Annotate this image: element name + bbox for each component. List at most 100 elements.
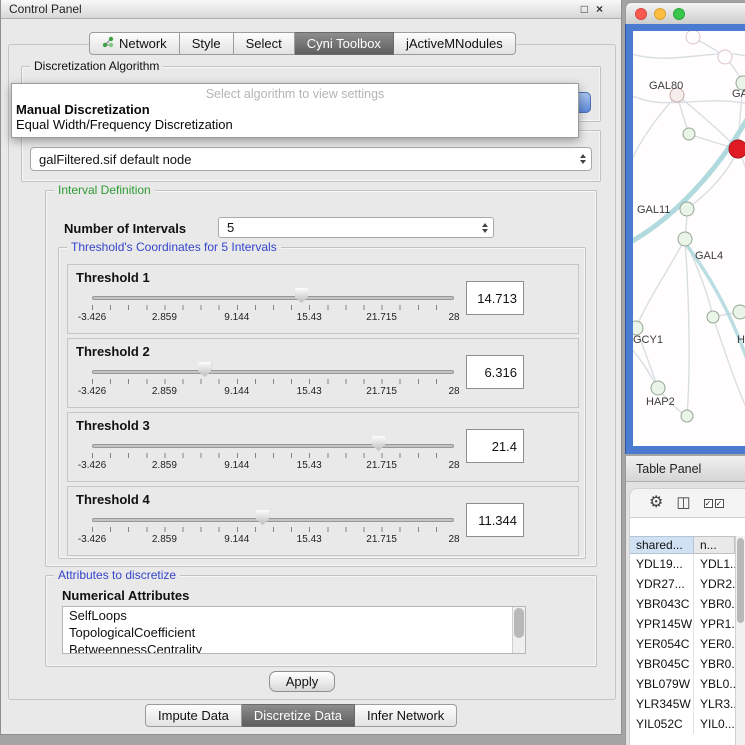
slider-track[interactable] [92,296,454,300]
threshold-1-value-field[interactable]: 14.713 [466,281,524,315]
network-node[interactable] [651,381,665,395]
select-all-checkboxes-icon[interactable]: ✓ ✓ [704,499,724,508]
node-table: shared... n... YDL19...YDL1...YDR27...YD… [629,518,745,745]
threshold-4-slider[interactable]: -3.4262.8599.14415.4321.71528 [92,509,454,553]
network-canvas-svg: GAL80GAGAL11GAL4GCY1HHAP2 [633,31,745,446]
slider-ticks [92,379,454,384]
network-canvas[interactable]: GAL80GAGAL11GAL4GCY1HHAP2 [633,31,745,446]
tab-discretize-data[interactable]: Discretize Data [242,704,355,727]
network-node[interactable] [683,128,695,140]
tab-network[interactable]: Network [89,32,180,55]
tab-label: Style [192,36,221,51]
table-row[interactable]: YIL052CYIL0... [630,714,735,734]
tab-style[interactable]: Style [180,32,234,55]
threshold-3-value-field[interactable]: 21.4 [466,429,524,463]
slider-scale: -3.4262.8599.14415.4321.71528 [92,386,454,398]
network-node[interactable] [718,50,732,64]
table-cell: YDR27... [630,574,694,594]
table-row[interactable]: YDL19...YDL1... [630,554,735,574]
network-node-label: GA [732,88,745,100]
slider-thumb[interactable] [372,436,385,451]
tab-label: Network [119,36,167,51]
minimize-traffic-light[interactable] [654,8,666,20]
network-node[interactable] [707,311,719,323]
slider-track[interactable] [92,518,454,522]
scrollbar-thumb[interactable] [514,608,524,638]
slider-track[interactable] [92,370,454,374]
slider-ticks [92,453,454,458]
threshold-4-value-field[interactable]: 11.344 [466,503,524,537]
attribute-list-item[interactable]: SelfLoops [63,607,512,624]
network-node[interactable] [633,321,643,335]
scrollbar-thumb[interactable] [737,538,744,623]
table-row[interactable]: YBL079WYBL0... [630,674,735,694]
slider-scale-label: 21.715 [366,386,397,397]
table-row[interactable]: YBR043CYBR0... [630,594,735,614]
numerical-attributes-list[interactable]: SelfLoopsTopologicalCoefficientBetweenne… [62,606,526,654]
zoom-traffic-light[interactable] [673,8,685,20]
table-cell: YLR3... [694,697,735,711]
network-window-titlebar[interactable] [625,2,745,24]
table-row[interactable]: YDR27...YDR2... [630,574,735,594]
slider-scale-label: 21.715 [366,460,397,471]
tab-jactivemodules[interactable]: jActiveMNodules [394,32,516,55]
network-node[interactable] [681,410,693,422]
number-of-intervals-combo[interactable]: 5 [218,217,494,238]
window-title: Control Panel [9,2,82,16]
table-data-combo[interactable]: galFiltered.sif default node [30,147,592,171]
attribute-list-item[interactable]: BetweennessCentrality [63,641,512,654]
table-cell: YLR345W [630,694,694,714]
slider-scale-label: -3.426 [78,534,106,545]
column-header-name[interactable]: n... [694,536,735,554]
close-window-icon[interactable]: × [596,3,603,15]
tab-cyni-toolbox[interactable]: Cyni Toolbox [295,32,394,55]
table-row[interactable]: YBR045CYBR0... [630,654,735,674]
network-node-label: GAL80 [649,80,683,92]
tab-label: Discretize Data [254,708,342,723]
control-panel-window: Control Panel □ × Network Style Select C… [0,0,622,735]
list-scrollbar[interactable] [512,607,525,653]
tab-impute-data[interactable]: Impute Data [145,704,242,727]
table-cell: YDR2... [694,577,735,591]
close-traffic-light[interactable] [635,8,647,20]
table-row[interactable]: YLR345WYLR3... [630,694,735,714]
combo-selected-value: 5 [219,220,234,235]
table-settings-gear-icon[interactable]: ⚙ [649,495,663,511]
network-node[interactable] [733,305,745,319]
table-row[interactable]: YER054CYER0... [630,634,735,654]
slider-thumb[interactable] [256,510,269,525]
slider-scale-label: 2.859 [152,534,177,545]
tab-infer-network[interactable]: Infer Network [355,704,457,727]
network-tab-icon [102,36,114,51]
table-panel-header[interactable]: Table Panel [626,456,745,482]
group-title: Discretization Algorithm [30,60,163,73]
table-cell: YBR0... [694,657,735,671]
table-cell: YIL052C [630,714,694,734]
dropdown-option-manual-discretization[interactable]: Manual Discretization [12,102,578,117]
slider-thumb[interactable] [295,288,308,303]
float-window-icon[interactable]: □ [581,3,588,15]
attribute-list-item[interactable]: TopologicalCoefficient [63,624,512,641]
apply-button[interactable]: Apply [269,671,335,692]
network-node[interactable] [729,140,745,158]
network-node[interactable] [678,232,692,246]
tab-select[interactable]: Select [234,32,295,55]
show-columns-icon[interactable]: ◫ [676,495,690,511]
dropdown-option-equal-width-frequency[interactable]: Equal Width/Frequency Discretization [12,117,578,132]
control-panel-titlebar[interactable]: Control Panel □ × [1,0,621,19]
column-header-shared-name[interactable]: shared... [630,536,694,554]
threshold-1-slider[interactable]: -3.4262.8599.14415.4321.71528 [92,287,454,331]
threshold-2-value-field[interactable]: 6.316 [466,355,524,389]
network-node[interactable] [686,31,700,44]
slider-scale-label: -3.426 [78,312,106,323]
slider-scale: -3.4262.8599.14415.4321.71528 [92,312,454,324]
threshold-3-slider[interactable]: -3.4262.8599.14415.4321.71528 [92,435,454,479]
slider-track[interactable] [92,444,454,448]
table-row[interactable]: YPR145WYPR1... [630,614,735,634]
slider-scale-label: 28 [448,312,459,323]
threshold-2-slider[interactable]: -3.4262.8599.14415.4321.71528 [92,361,454,405]
network-node[interactable] [680,202,694,216]
slider-thumb[interactable] [198,362,211,377]
table-cell: YPR1... [694,617,735,631]
table-scrollbar[interactable] [735,536,745,745]
